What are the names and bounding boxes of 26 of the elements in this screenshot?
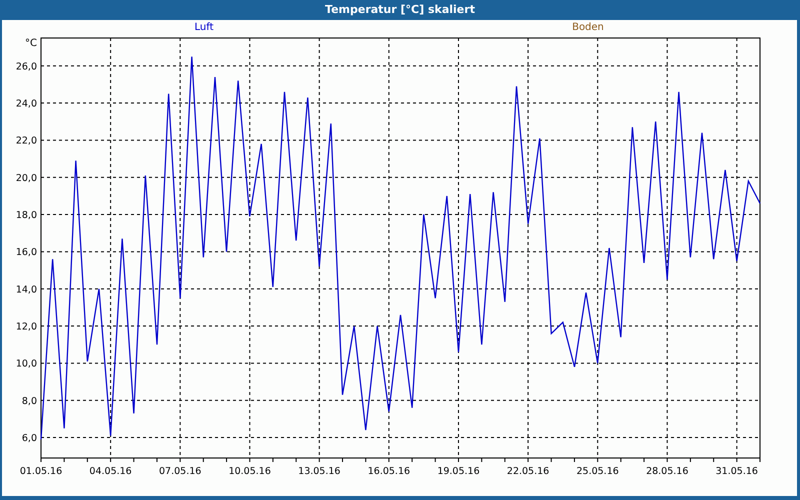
legend-label: Boden: [572, 22, 604, 33]
y-tick-label: 18,0: [16, 210, 37, 222]
y-tick-label: 26,0: [16, 61, 37, 72]
x-tick-label: 13.05.16: [298, 466, 340, 477]
y-tick-label: 24,0: [16, 98, 37, 110]
x-tick-label: 25.05.16: [576, 466, 619, 477]
x-tick-label: 16.05.16: [368, 466, 410, 477]
x-tick-label: 07.05.16: [159, 466, 202, 477]
x-tick-label: 10.05.16: [228, 466, 271, 477]
series-label: Luft: [194, 22, 214, 33]
y-tick-label: 10,0: [16, 358, 37, 370]
x-tick-label: 04.05.16: [89, 466, 132, 477]
x-tick-label: 22.05.16: [506, 466, 550, 477]
x-tick-label: 01.05.16: [20, 466, 62, 477]
x-tick-label: 28.05.16: [646, 466, 688, 477]
window-title: Temperatur [°C] skaliert: [324, 2, 476, 18]
y-tick-label: 20,0: [16, 172, 37, 184]
y-tick-label: 22,0: [16, 136, 37, 147]
y-tick-label: 8,0: [22, 396, 37, 407]
y-tick-label: 16,0: [16, 247, 37, 258]
x-tick-label: 19.05.16: [437, 466, 480, 477]
y-tick-label: 6,0: [22, 433, 37, 444]
y-tick-label: 12,0: [16, 322, 37, 333]
x-tick-label: 31.05.16: [716, 466, 758, 477]
y-tick-label: 14,0: [16, 284, 37, 296]
y-axis-unit: °C: [25, 38, 37, 49]
